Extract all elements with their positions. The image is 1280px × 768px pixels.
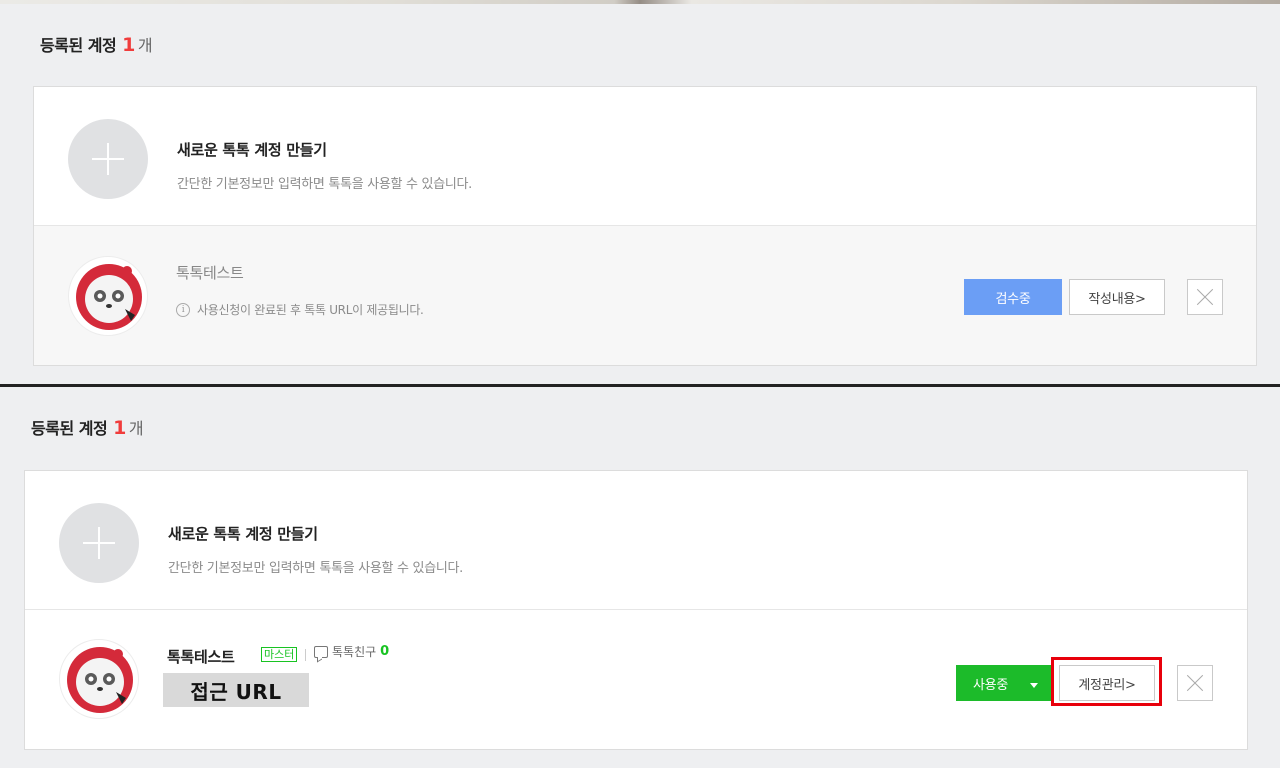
close-icon[interactable]	[1187, 279, 1223, 315]
background-strip	[0, 0, 1280, 4]
caret-down-icon	[1030, 683, 1038, 688]
account-row: 톡톡테스트 i 사용신청이 완료된 후 톡톡 URL이 제공됩니다. 검수중 작…	[34, 226, 1256, 365]
chat-icon	[314, 645, 328, 658]
create-account-title[interactable]: 새로운 톡톡 계정 만들기	[177, 139, 327, 160]
panel-active: 등록된 계정 1 개 새로운 톡톡 계정 만들기 간단한 기본정보만 입력하면 톡톡…	[0, 387, 1280, 768]
view-submission-button[interactable]: 작성내용>	[1069, 279, 1165, 315]
create-account-title[interactable]: 새로운 톡톡 계정 만들기	[168, 523, 318, 544]
account-name: 톡톡테스트	[167, 648, 235, 666]
account-info: i 사용신청이 완료된 후 톡톡 URL이 제공됩니다.	[176, 301, 424, 318]
manage-account-button[interactable]: 계정관리>	[1059, 665, 1155, 701]
separator	[305, 649, 306, 661]
in-use-label: 사용중	[973, 677, 1008, 693]
plus-icon[interactable]	[68, 119, 148, 199]
info-text: 사용신청이 완료된 후 톡톡 URL이 제공됩니다.	[197, 303, 424, 317]
create-account-row[interactable]: 새로운 톡톡 계정 만들기 간단한 기본정보만 입력하면 톡톡을 사용할 수 있…	[25, 471, 1247, 610]
close-icon[interactable]	[1177, 665, 1213, 701]
section-title: 등록된 계정 1 개	[40, 34, 153, 56]
talk-friends[interactable]: 톡톡친구 0	[314, 643, 389, 660]
section-title: 등록된 계정 1 개	[31, 417, 144, 439]
account-card: 새로운 톡톡 계정 만들기 간단한 기본정보만 입력하면 톡톡을 사용할 수 있…	[33, 86, 1257, 366]
reviewing-button[interactable]: 검수중	[964, 279, 1062, 315]
account-row: 톡톡테스트 마스터 톡톡친구 0 접근 URL 사용중 계정관리>	[25, 610, 1247, 749]
avatar	[59, 639, 139, 719]
panel-review: 등록된 계정 1 개 새로운 톡톡 계정 만들기 간단한 기본정보만 입력하면 톡톡…	[0, 0, 1280, 384]
account-name: 톡톡테스트	[176, 264, 244, 282]
create-account-desc: 간단한 기본정보만 입력하면 톡톡을 사용할 수 있습니다.	[168, 561, 464, 576]
friends-count: 0	[380, 644, 390, 659]
info-icon: i	[176, 302, 190, 317]
in-use-dropdown-button[interactable]: 사용중	[956, 665, 1052, 701]
master-badge: 마스터	[261, 647, 298, 662]
plus-icon[interactable]	[59, 503, 139, 583]
account-card: 새로운 톡톡 계정 만들기 간단한 기본정보만 입력하면 톡톡을 사용할 수 있…	[24, 470, 1248, 750]
create-account-desc: 간단한 기본정보만 입력하면 톡톡을 사용할 수 있습니다.	[177, 177, 473, 192]
access-url-label: 접근 URL	[163, 673, 309, 707]
friends-label: 톡톡친구	[332, 645, 377, 659]
create-account-row[interactable]: 새로운 톡톡 계정 만들기 간단한 기본정보만 입력하면 톡톡을 사용할 수 있…	[34, 87, 1256, 226]
avatar	[68, 256, 148, 336]
account-count: 1	[113, 417, 126, 439]
account-count: 1	[122, 34, 135, 56]
